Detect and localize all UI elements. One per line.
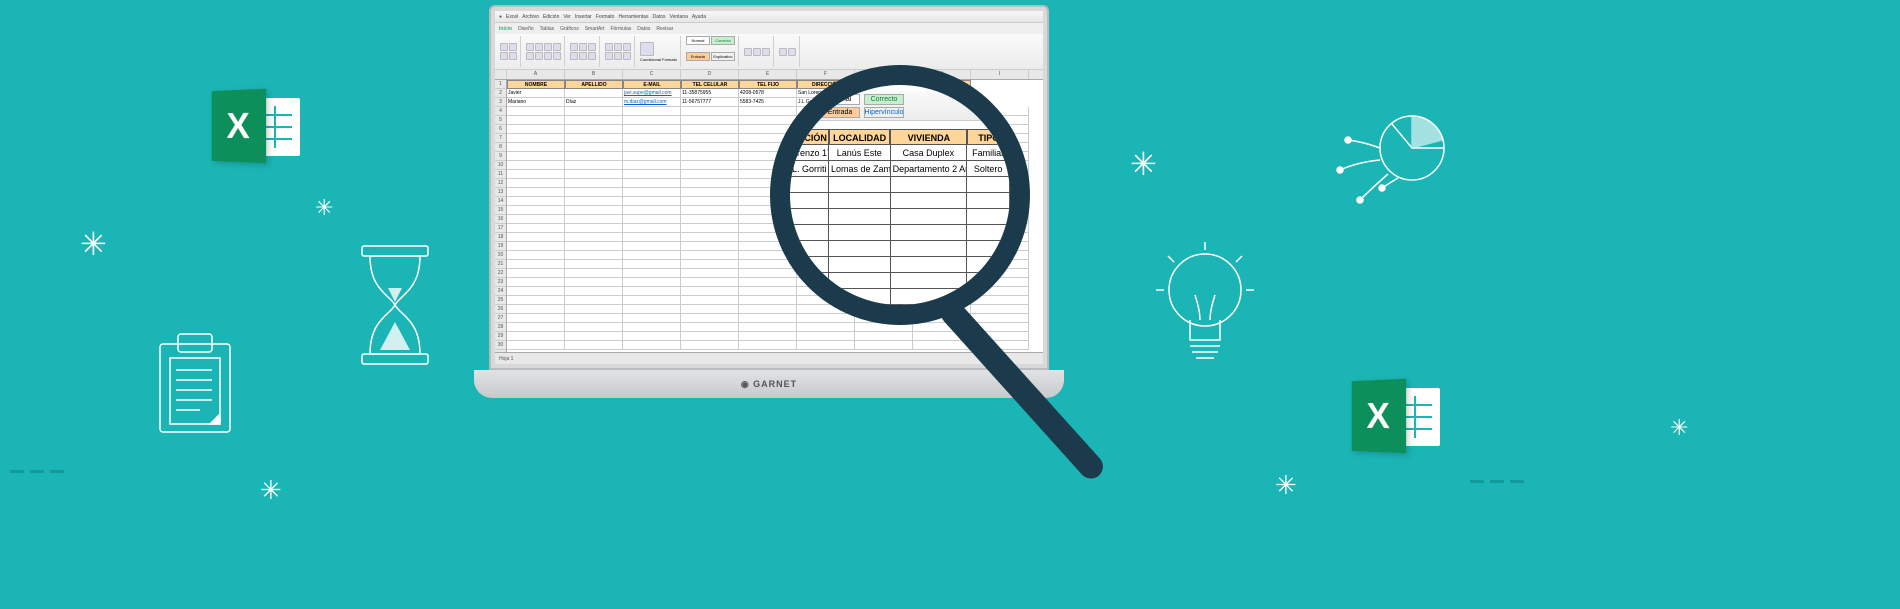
zoom-header-row: ECCIÓN LOCALIDAD VIVIENDA TIPO xyxy=(790,129,1010,145)
conditional-format-button[interactable]: Condicional Formato xyxy=(637,36,681,67)
menu-bar[interactable]: ● Excel Archivo Edición Ver Insertar For… xyxy=(495,11,1043,23)
sheet-tab[interactable]: Hoja 1 xyxy=(495,352,1043,364)
conditional-format-icon xyxy=(794,95,816,117)
clipboard-icon xyxy=(150,330,240,445)
sparkle-icon: ✳ xyxy=(1275,470,1297,501)
illustration-canvas: X ✳ ✳ ✳ xyxy=(0,0,1900,609)
laptop-base: ◉ GARNET xyxy=(474,370,1064,398)
app-name: Excel xyxy=(506,14,518,20)
magnifying-glass: Normal Entrada Correcto Hipervínculo ECC… xyxy=(770,65,1050,345)
sparkle-icon: ✳ xyxy=(260,475,282,506)
lens: Normal Entrada Correcto Hipervínculo ECC… xyxy=(770,65,1030,325)
brand-logo: ◉ GARNET xyxy=(741,379,797,390)
sparkle-icon: ✳ xyxy=(315,195,333,221)
sparkle-icon: ✳ xyxy=(1670,415,1688,441)
excel-icon: X xyxy=(1350,380,1440,460)
dash-marks xyxy=(10,470,64,473)
zoom-toolbar: Normal Entrada Correcto Hipervínculo xyxy=(790,91,1010,121)
row-headers: 1234567891011121314151617181920212223242… xyxy=(495,80,507,352)
sparkle-icon: ✳ xyxy=(80,225,107,263)
ribbon-tabs[interactable]: Inicio Diseño Tablas Gráficos SmartArt F… xyxy=(495,23,1043,34)
dash-marks xyxy=(1470,480,1524,483)
zoom-row: L. Gorriti 731 Lomas de Zamora Departame… xyxy=(790,161,1010,177)
excel-icon: X xyxy=(210,90,300,170)
zoom-row: orenzo 1771 Lanús Este Casa Duplex Famil… xyxy=(790,145,1010,161)
sparkle-icon: ✳ xyxy=(1130,145,1157,183)
lightbulb-icon xyxy=(1150,240,1260,395)
pie-chart-network-icon xyxy=(1330,100,1460,235)
hourglass-icon xyxy=(350,240,440,375)
